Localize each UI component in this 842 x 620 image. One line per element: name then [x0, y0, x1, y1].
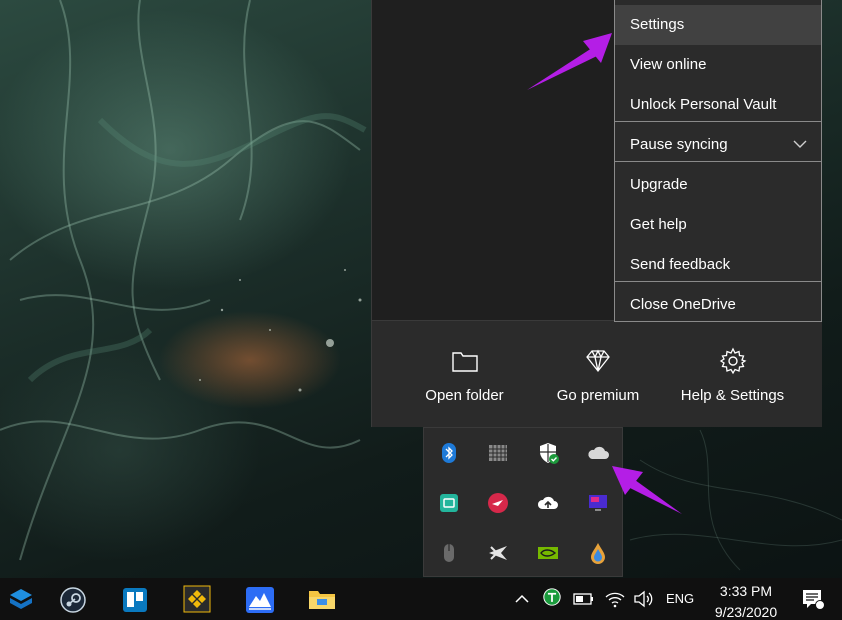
menu-item-unlock-personal-vault[interactable]: Unlock Personal Vault — [615, 85, 821, 125]
binance-icon — [183, 585, 211, 613]
taskbar-app-virtualbox[interactable] — [0, 578, 44, 620]
menu-item-close-onedrive[interactable]: Close OneDrive — [615, 285, 821, 325]
open-folder-button[interactable]: Open folder — [392, 321, 537, 427]
trello-icon — [123, 588, 147, 612]
menu-separator — [615, 161, 821, 162]
menu-item-label: Upgrade — [630, 176, 688, 193]
menu-item-upgrade[interactable]: Upgrade — [615, 165, 821, 205]
menu-item-label: Settings — [630, 16, 685, 33]
bluetooth-icon[interactable] — [437, 441, 461, 465]
help-settings-button[interactable]: Help & Settings — [664, 321, 801, 427]
menu-item-label: Close OneDrive — [630, 296, 736, 313]
go-premium-label: Go premium — [556, 387, 640, 404]
gpu-monitor-icon[interactable] — [586, 491, 610, 515]
plane-icon[interactable] — [486, 541, 510, 565]
menu-item-settings[interactable]: Settings — [615, 5, 821, 45]
security-shield-icon[interactable] — [536, 441, 560, 465]
file-explorer-icon — [309, 591, 335, 609]
onedrive-cloud-icon[interactable] — [586, 441, 610, 465]
help-settings-label: Help & Settings — [680, 387, 785, 404]
diamond-icon — [586, 349, 610, 373]
menu-item-get-help[interactable]: Get help — [615, 205, 821, 245]
grid-app-icon[interactable] — [486, 441, 510, 465]
mouse-icon[interactable] — [437, 541, 461, 565]
clock-date: 9/23/2020 — [714, 604, 778, 620]
notification-center-icon[interactable] — [800, 587, 826, 611]
menu-separator — [615, 281, 821, 282]
open-folder-label: Open folder — [425, 387, 504, 404]
menu-item-pause-syncing[interactable]: Pause syncing — [615, 125, 821, 165]
taskbar-app-file-explorer[interactable] — [300, 578, 344, 620]
language-indicator[interactable]: ENG — [666, 591, 694, 606]
green-app-icon[interactable] — [437, 491, 461, 515]
taskbar-app-binance[interactable] — [176, 578, 220, 620]
chevron-up-icon[interactable] — [513, 590, 531, 608]
onedrive-context-menu: Settings View online Unlock Personal Vau… — [614, 0, 822, 322]
virtualbox-icon — [10, 589, 32, 609]
menu-item-label: View online — [630, 56, 707, 73]
chevron-down-icon — [793, 140, 807, 148]
volume-icon[interactable] — [633, 590, 655, 608]
desktop: Open folder Go premium Help & Settings S… — [0, 0, 842, 620]
gear-icon — [719, 347, 746, 375]
taskbar-app-steam[interactable] — [52, 578, 96, 620]
taskbar: ENG 3:33 PM 9/23/2020 — [0, 578, 842, 620]
menu-item-label: Unlock Personal Vault — [630, 96, 777, 113]
red-app-icon[interactable] — [486, 491, 510, 515]
cloud-upload-icon[interactable] — [536, 491, 560, 515]
menu-item-label: Send feedback — [630, 256, 731, 273]
droplet-icon[interactable] — [586, 541, 610, 565]
menu-item-view-online[interactable]: View online — [615, 45, 821, 85]
mountain-app-icon — [246, 587, 274, 613]
taskbar-app-trello[interactable] — [114, 578, 158, 620]
folder-icon — [451, 352, 478, 372]
taskbar-app-mountain[interactable] — [238, 578, 282, 620]
menu-item-label: Get help — [630, 216, 687, 233]
go-premium-button[interactable]: Go premium — [532, 321, 664, 427]
battery-icon[interactable] — [573, 590, 595, 608]
menu-item-send-feedback[interactable]: Send feedback — [615, 245, 821, 285]
tray-overflow-panel — [423, 427, 623, 577]
nvidia-icon[interactable] — [536, 541, 560, 565]
green-t-app-icon[interactable] — [541, 588, 563, 606]
steam-icon — [60, 587, 86, 613]
menu-item-label: Pause syncing — [630, 136, 728, 153]
onedrive-footer: Open folder Go premium Help & Settings — [372, 320, 822, 427]
menu-separator — [615, 121, 821, 122]
wifi-icon[interactable] — [605, 590, 625, 608]
clock-time: 3:33 PM — [719, 583, 773, 599]
